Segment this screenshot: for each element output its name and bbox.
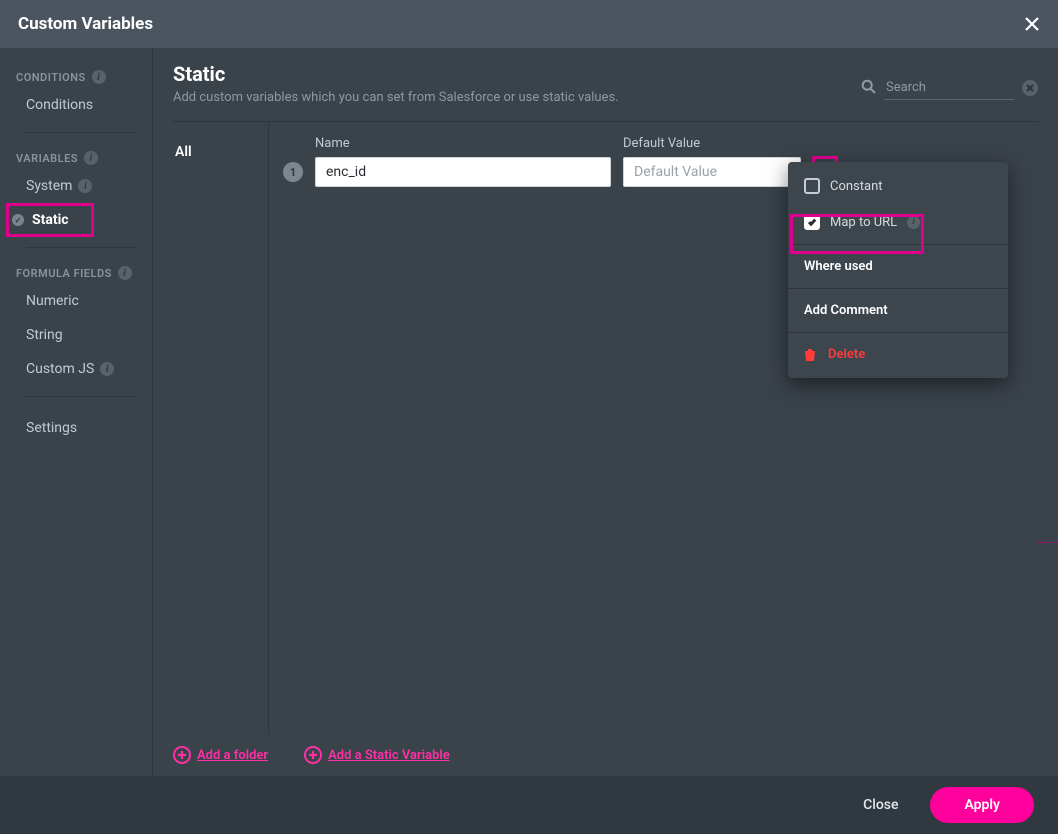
plus-circle-icon: [173, 746, 191, 764]
sidebar-item-static[interactable]: ✓ Static: [0, 203, 152, 237]
info-icon[interactable]: i: [100, 362, 114, 376]
info-icon[interactable]: i: [907, 216, 920, 229]
sidebar-item-label: Static: [32, 212, 69, 228]
dialog-footer: Close Apply: [0, 776, 1058, 834]
add-static-variable-link[interactable]: Add a Static Variable: [304, 746, 450, 764]
sidebar-group-label: FORMULA FIELDS: [16, 267, 112, 280]
plus-circle-icon: [304, 746, 322, 764]
variable-name-input[interactable]: [315, 157, 611, 187]
sidebar-group-conditions: CONDITIONS i: [0, 66, 152, 88]
add-link-label: Add a folder: [197, 748, 268, 763]
sidebar-item-numeric[interactable]: Numeric: [0, 284, 152, 318]
sidebar-item-label: String: [26, 327, 63, 343]
sidebar-item-label: Settings: [26, 420, 77, 436]
folder-list: All: [153, 122, 269, 734]
sidebar-item-string[interactable]: String: [0, 318, 152, 352]
menu-item-add-comment[interactable]: Add Comment: [788, 293, 1008, 328]
add-link-label: Add a Static Variable: [328, 748, 450, 763]
apply-button[interactable]: Apply: [930, 787, 1034, 823]
dialog-titlebar: Custom Variables: [0, 0, 1058, 48]
column-header-default: Default Value: [623, 136, 801, 151]
search: [861, 62, 1038, 100]
checkbox-checked-icon: [804, 214, 820, 230]
sidebar-item-settings[interactable]: Settings: [0, 411, 152, 445]
menu-item-label: Constant: [830, 179, 883, 194]
info-icon[interactable]: i: [78, 179, 92, 193]
sidebar-item-customjs[interactable]: Custom JS i: [0, 352, 152, 386]
sidebar-group-label: CONDITIONS: [16, 71, 86, 84]
divider: [26, 132, 136, 133]
info-icon[interactable]: i: [92, 70, 106, 84]
menu-item-map-to-url[interactable]: Map to URL i: [788, 204, 1008, 240]
menu-item-label: Map to URL: [830, 215, 897, 230]
row-number-badge: 1: [283, 162, 303, 182]
custom-variables-dialog: Custom Variables CONDITIONS i Conditions…: [0, 0, 1058, 834]
sidebar-item-label: Conditions: [26, 97, 93, 113]
menu-item-label: Where used: [804, 259, 873, 274]
sidebar-item-label: Numeric: [26, 293, 79, 309]
divider: [26, 396, 136, 397]
sidebar-group-formula: FORMULA FIELDS i: [0, 262, 152, 284]
sidebar-group-label: VARIABLES: [16, 152, 78, 165]
variable-default-input[interactable]: [623, 157, 801, 187]
sidebar-group-variables: VARIABLES i: [0, 147, 152, 169]
search-icon[interactable]: [861, 79, 876, 98]
menu-item-where-used[interactable]: Where used: [788, 249, 1008, 284]
sidebar-item-system[interactable]: System i: [0, 169, 152, 203]
info-icon[interactable]: i: [84, 151, 98, 165]
column-header-name: Name: [315, 136, 611, 151]
search-input[interactable]: [884, 76, 1014, 100]
sidebar: CONDITIONS i Conditions VARIABLES i Syst…: [0, 48, 152, 776]
menu-separator: [788, 244, 1008, 245]
info-icon[interactable]: i: [118, 266, 132, 280]
clear-search-icon[interactable]: [1022, 80, 1038, 96]
menu-separator: [788, 332, 1008, 333]
divider: [26, 247, 136, 248]
trash-icon: [804, 348, 818, 362]
menu-item-label: Delete: [828, 347, 865, 362]
checkbox-unchecked-icon: [804, 178, 820, 194]
page-title: Static: [173, 62, 619, 86]
folder-all[interactable]: All: [165, 140, 256, 164]
menu-item-label: Add Comment: [804, 303, 888, 318]
content-header: Static Add custom variables which you ca…: [153, 48, 1058, 115]
sidebar-item-conditions[interactable]: Conditions: [0, 88, 152, 122]
close-button[interactable]: Close: [851, 787, 910, 823]
dialog-title: Custom Variables: [18, 14, 153, 34]
add-links-row: Add a folder Add a Static Variable: [153, 734, 1058, 776]
content-pane: Static Add custom variables which you ca…: [152, 48, 1058, 776]
close-icon[interactable]: [1020, 12, 1044, 36]
workarea: All Name Default Value 1: [153, 122, 1058, 734]
menu-item-delete[interactable]: Delete: [788, 337, 1008, 372]
dashed-edge-decor: [1038, 542, 1058, 543]
menu-separator: [788, 288, 1008, 289]
row-actions-menu: Constant Map to URL i Where used: [788, 162, 1008, 378]
check-icon: ✓: [12, 214, 24, 226]
page-subtitle: Add custom variables which you can set f…: [173, 90, 619, 105]
variable-list: Name Default Value 1: [269, 122, 1058, 734]
menu-item-constant[interactable]: Constant: [788, 168, 1008, 204]
dialog-body: CONDITIONS i Conditions VARIABLES i Syst…: [0, 48, 1058, 776]
sidebar-item-label: Custom JS: [26, 361, 94, 377]
sidebar-item-label: System: [26, 178, 72, 194]
add-folder-link[interactable]: Add a folder: [173, 746, 268, 764]
